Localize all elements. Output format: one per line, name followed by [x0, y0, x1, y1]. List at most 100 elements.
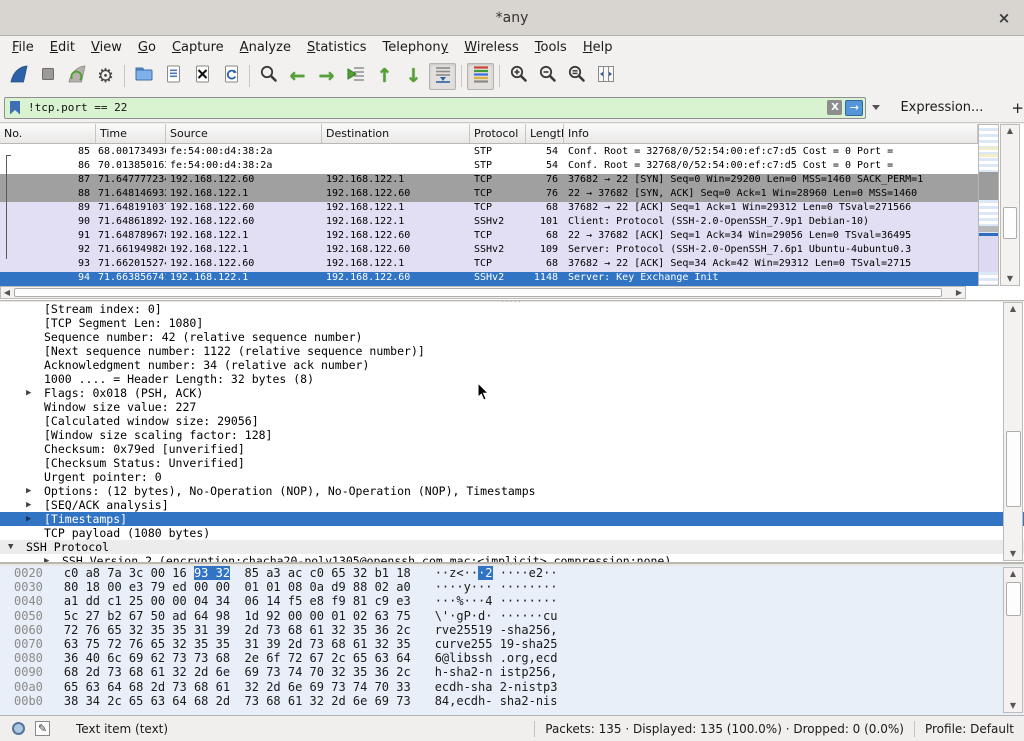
- save-file-button[interactable]: [159, 63, 186, 90]
- menu-help[interactable]: Help: [575, 38, 621, 57]
- detail-row[interactable]: ▶[SEQ/ACK analysis]: [0, 498, 1024, 512]
- display-filter-input[interactable]: [28, 99, 827, 117]
- column-header-length[interactable]: Length: [526, 124, 564, 143]
- hex-row-0080[interactable]: 008036 40 6c 69 62 73 73 68 2e 6f 72 67 …: [0, 651, 1024, 665]
- close-file-button[interactable]: [188, 63, 215, 90]
- menu-file[interactable]: File: [4, 38, 42, 57]
- scrollbar-thumb[interactable]: [1006, 582, 1021, 616]
- scroll-up-icon[interactable]: ▲: [1001, 125, 1019, 137]
- scrollbar-thumb[interactable]: [1003, 207, 1017, 239]
- packet-list-horizontal-scrollbar[interactable]: ◀ ▶: [0, 286, 966, 299]
- packet-row-87[interactable]: 8771.647777234192.168.122.60192.168.122.…: [0, 174, 978, 188]
- column-header-no[interactable]: No.: [0, 124, 96, 143]
- packet-row-94[interactable]: 9471.663856741192.168.122.1192.168.122.6…: [0, 272, 978, 286]
- filter-apply-button[interactable]: →: [845, 100, 863, 116]
- previous-packet-button[interactable]: ←: [284, 63, 311, 90]
- menu-go[interactable]: Go: [130, 38, 164, 57]
- zoom-reset-button[interactable]: [563, 63, 590, 90]
- zoom-out-button[interactable]: [534, 63, 561, 90]
- packet-row-91[interactable]: 9171.648789678192.168.122.1192.168.122.6…: [0, 230, 978, 244]
- expand-icon[interactable]: ▶: [26, 498, 31, 512]
- filter-bookmark-icon[interactable]: [10, 101, 20, 115]
- auto-scroll-button[interactable]: [429, 63, 456, 90]
- detail-row[interactable]: ▶Flags: 0x018 (PSH, ACK): [0, 386, 1024, 400]
- hex-row-0040[interactable]: 0040a1 dd c1 25 00 00 04 34 06 14 f5 e8 …: [0, 594, 1024, 608]
- capture-options-button[interactable]: ⚙: [92, 63, 119, 90]
- scroll-left-icon[interactable]: ◀: [1, 287, 13, 298]
- last-packet-button[interactable]: ↓: [400, 63, 427, 90]
- detail-row[interactable]: ▶[Timestamps]: [0, 512, 1024, 526]
- hex-row-0030[interactable]: 003080 18 00 e3 79 ed 00 00 01 01 08 0a …: [0, 580, 1024, 594]
- hex-row-00a0[interactable]: 00a065 63 64 68 2d 73 68 61 32 2d 6e 69 …: [0, 680, 1024, 694]
- find-packet-button[interactable]: [255, 63, 282, 90]
- colorize-button[interactable]: [467, 63, 494, 90]
- detail-row[interactable]: [TCP Segment Len: 1080]: [0, 316, 1024, 330]
- packet-list-minimap[interactable]: [978, 124, 999, 286]
- detail-row[interactable]: Window size value: 227: [0, 400, 1024, 414]
- detail-row[interactable]: ▼SSH Protocol: [0, 540, 1024, 554]
- detail-row[interactable]: ▶Options: (12 bytes), No-Operation (NOP)…: [0, 484, 1024, 498]
- scroll-down-icon[interactable]: ▼: [1001, 273, 1019, 285]
- detail-row[interactable]: [Checksum Status: Unverified]: [0, 456, 1024, 470]
- collapse-icon[interactable]: ▼: [8, 540, 13, 554]
- expand-icon[interactable]: ▶: [26, 512, 31, 526]
- hex-row-00b0[interactable]: 00b038 34 2c 65 63 64 68 2d 73 68 61 32 …: [0, 694, 1024, 708]
- packet-row-88[interactable]: 8871.648146932192.168.122.1192.168.122.6…: [0, 188, 978, 202]
- column-header-destination[interactable]: Destination: [322, 124, 470, 143]
- expand-icon[interactable]: ▶: [26, 484, 31, 498]
- filter-clear-button[interactable]: X: [827, 100, 842, 115]
- detail-row[interactable]: Checksum: 0x79ed [unverified]: [0, 442, 1024, 456]
- go-to-packet-button[interactable]: [342, 63, 369, 90]
- reload-file-button[interactable]: [217, 63, 244, 90]
- next-packet-button[interactable]: →: [313, 63, 340, 90]
- hex-row-0020[interactable]: 0020c0 a8 7a 3c 00 16 93 32 85 a3 ac c0 …: [0, 566, 1024, 580]
- expand-icon[interactable]: ▶: [26, 386, 31, 400]
- packet-row-90[interactable]: 9071.648618924192.168.122.60192.168.122.…: [0, 216, 978, 230]
- hex-row-0060[interactable]: 006072 76 65 32 35 35 31 39 2d 73 68 61 …: [0, 623, 1024, 637]
- scroll-right-icon[interactable]: ▶: [953, 287, 965, 298]
- packet-row-85[interactable]: 8568.001734936fe:54:00:d4:38:2aSTP54Conf…: [0, 146, 978, 160]
- menu-tools[interactable]: Tools: [527, 38, 575, 57]
- scroll-down-icon[interactable]: ▼: [1004, 548, 1022, 560]
- column-header-source[interactable]: Source: [166, 124, 322, 143]
- menu-edit[interactable]: Edit: [42, 38, 83, 57]
- detail-row[interactable]: [Stream index: 0]: [0, 302, 1024, 316]
- filter-history-dropdown-icon[interactable]: [872, 105, 880, 110]
- column-header-protocol[interactable]: Protocol: [470, 124, 526, 143]
- hex-vertical-scrollbar[interactable]: ▲ ▼: [1003, 567, 1023, 713]
- expand-icon[interactable]: ▶: [44, 554, 49, 563]
- detail-row[interactable]: TCP payload (1080 bytes): [0, 526, 1024, 540]
- scroll-down-icon[interactable]: ▼: [1004, 700, 1022, 712]
- filter-add-button[interactable]: +: [1011, 99, 1024, 117]
- packet-row-92[interactable]: 9271.661949820192.168.122.1192.168.122.6…: [0, 244, 978, 258]
- detail-row[interactable]: 1000 .... = Header Length: 32 bytes (8): [0, 372, 1024, 386]
- column-header-info[interactable]: Info: [564, 124, 978, 143]
- menu-view[interactable]: View: [83, 38, 130, 57]
- display-filter-field[interactable]: X →: [4, 97, 866, 119]
- start-capture-button[interactable]: [5, 63, 32, 90]
- profile-text[interactable]: Profile: Default: [925, 722, 1014, 736]
- close-window-button[interactable]: ×: [994, 8, 1014, 28]
- zoom-in-button[interactable]: [505, 63, 532, 90]
- scrollbar-thumb[interactable]: [1006, 431, 1021, 507]
- hex-row-0090[interactable]: 009068 2d 73 68 61 32 2d 6e 69 73 74 70 …: [0, 665, 1024, 679]
- resize-columns-button[interactable]: [592, 63, 619, 90]
- menu-statistics[interactable]: Statistics: [299, 38, 375, 57]
- scroll-up-icon[interactable]: ▲: [1004, 303, 1022, 315]
- packet-row-89[interactable]: 8971.648191037192.168.122.60192.168.122.…: [0, 202, 978, 216]
- packet-row-93[interactable]: 9371.662015274192.168.122.60192.168.122.…: [0, 258, 978, 272]
- detail-row[interactable]: [Calculated window size: 29056]: [0, 414, 1024, 428]
- detail-row[interactable]: Acknowledgment number: 34 (relative ack …: [0, 358, 1024, 372]
- packet-row-86[interactable]: 8670.013850163fe:54:00:d4:38:2aSTP54Conf…: [0, 160, 978, 174]
- detail-row[interactable]: [Next sequence number: 1122 (relative se…: [0, 344, 1024, 358]
- packet-list-vertical-scrollbar[interactable]: ▲ ▼: [1000, 124, 1020, 286]
- menu-wireless[interactable]: Wireless: [456, 38, 526, 57]
- restart-capture-button[interactable]: [63, 63, 90, 90]
- scrollbar-thumb[interactable]: [14, 288, 942, 297]
- detail-row[interactable]: Sequence number: 42 (relative sequence n…: [0, 330, 1024, 344]
- expression-button[interactable]: Expression...: [900, 100, 983, 115]
- capture-comment-icon[interactable]: ✎: [35, 721, 50, 736]
- menu-capture[interactable]: Capture: [164, 38, 232, 57]
- details-vertical-scrollbar[interactable]: ▲ ▼: [1003, 302, 1023, 561]
- menu-telephony[interactable]: Telephony: [374, 38, 456, 57]
